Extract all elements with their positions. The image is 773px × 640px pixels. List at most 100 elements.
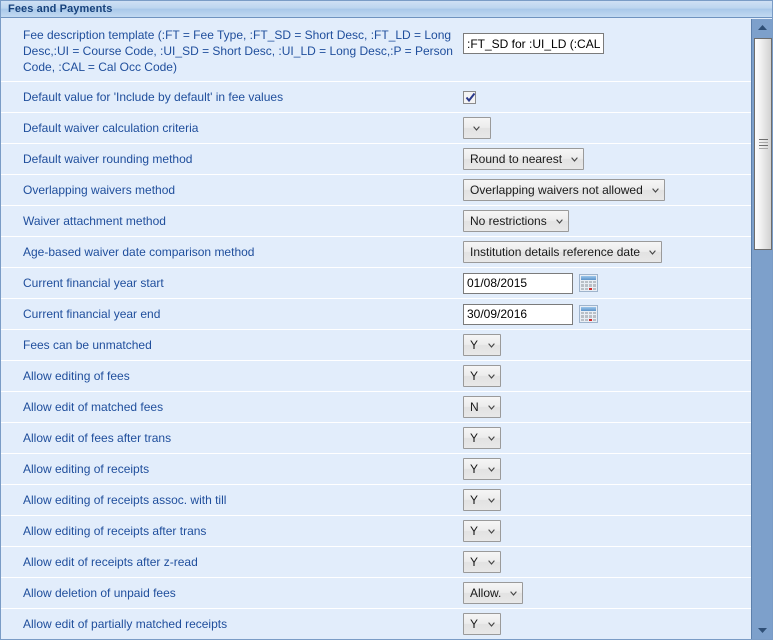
select-value-allow-editing-of-receipts-after-trans: Y [470,524,479,538]
setting-control-include-by-default [463,90,751,104]
input-current-financial-year-end[interactable] [463,303,573,325]
setting-row-default-waiver-rounding-method: Default waiver rounding method Round to n… [1,144,751,175]
chevron-down-icon [487,614,496,634]
calendar-picker-icon[interactable] [579,305,598,323]
setting-label-default-waiver-rounding-method: Default waiver rounding method [23,152,193,166]
setting-control-fees-can-be-unmatched: Y [463,334,751,356]
select-default-waiver-rounding-method[interactable]: Round to nearest [463,148,585,170]
select-allow-deletion-of-unpaid-fees[interactable]: Allow. [463,582,524,604]
select-allow-editing-of-receipts-after-trans[interactable]: Y [463,520,501,542]
setting-control-current-financial-year-end [463,303,751,325]
setting-control-current-financial-year-start [463,272,751,294]
setting-row-overlapping-waivers-method: Overlapping waivers method Overlapping wa… [1,175,751,206]
select-fees-can-be-unmatched[interactable]: Y [463,334,501,356]
setting-control-allow-edit-of-partially-matched-receipts: Y [463,613,751,635]
input-current-financial-year-start[interactable] [463,272,573,294]
setting-control-allow-edit-of-receipts-after-z-read: Y [463,551,751,573]
select-value-allow-editing-of-fees: Y [470,369,479,383]
vertical-scrollbar[interactable] [751,19,772,639]
setting-row-default-waiver-calculation-criteria: Default waiver calculation criteria [1,113,751,144]
setting-label-allow-deletion-of-unpaid-fees: Allow deletion of unpaid fees [23,586,176,600]
select-allow-edit-of-partially-matched-receipts[interactable]: Y [463,613,501,635]
setting-label-allow-editing-of-receipts-after-trans: Allow editing of receipts after trans [23,524,207,538]
select-allow-editing-of-fees[interactable]: Y [463,365,501,387]
setting-label-waiver-attachment-method: Waiver attachment method [23,214,166,228]
select-value-waiver-attachment-method: No restrictions [470,214,547,228]
chevron-down-icon [570,149,579,169]
setting-row-current-financial-year-start: Current financial year start [1,268,751,299]
select-value-age-based-waiver-date-comparison-method: Institution details reference date [470,245,641,259]
chevron-down-icon [487,366,496,386]
select-default-waiver-calculation-criteria[interactable] [463,117,491,139]
setting-label-allow-edit-of-receipts-after-z-read: Allow edit of receipts after z-read [23,555,198,569]
chevron-down-icon [487,335,496,355]
select-value-allow-editing-of-receipts: Y [470,462,479,476]
select-waiver-attachment-method[interactable]: No restrictions [463,210,569,232]
chevron-down-icon [648,242,657,262]
window-titlebar: Fees and Payments [1,1,772,18]
select-age-based-waiver-date-comparison-method[interactable]: Institution details reference date [463,241,663,263]
setting-label-overlapping-waivers-method: Overlapping waivers method [23,183,176,197]
setting-control-allow-editing-of-receipts: Y [463,458,751,480]
settings-panel: Fee description template (:FT = Fee Type… [1,19,772,639]
setting-row-allow-edit-of-receipts-after-z-read: Allow edit of receipts after z-read Y [1,547,751,578]
setting-label-current-financial-year-end: Current financial year end [23,307,161,321]
setting-control-allow-edit-of-fees-after-trans: Y [463,427,751,449]
setting-row-current-financial-year-end: Current financial year end [1,299,751,330]
select-allow-edit-of-fees-after-trans[interactable]: Y [463,427,501,449]
setting-row-include-by-default: Default value for 'Include by default' i… [1,82,751,113]
setting-label-allow-editing-of-receipts: Allow editing of receipts [23,462,150,476]
setting-row-fees-can-be-unmatched: Fees can be unmatched Y [1,330,751,361]
fees-and-payments-window: Fees and Payments Fee description templa… [0,0,773,640]
setting-label-allow-edit-of-matched-fees: Allow edit of matched fees [23,400,164,414]
chevron-down-icon [472,118,481,138]
select-value-allow-edit-of-receipts-after-z-read: Y [470,555,479,569]
scroll-down-arrow-icon[interactable] [752,622,772,639]
select-allow-edit-of-receipts-after-z-read[interactable]: Y [463,551,501,573]
setting-label-allow-editing-of-receipts-assoc-with-till: Allow editing of receipts assoc. with ti… [23,493,227,507]
select-value-allow-deletion-of-unpaid-fees: Allow. [470,586,502,600]
setting-row-waiver-attachment-method: Waiver attachment method No restrictions [1,206,751,237]
scroll-up-arrow-icon[interactable] [752,19,772,36]
settings-row-list: Fee description template (:FT = Fee Type… [1,19,752,639]
setting-row-allow-editing-of-fees: Allow editing of fees Y [1,361,751,392]
setting-control-overlapping-waivers-method: Overlapping waivers not allowed [463,179,751,201]
setting-control-age-based-waiver-date-comparison-method: Institution details reference date [463,241,751,263]
setting-control-allow-editing-of-fees: Y [463,365,751,387]
select-value-allow-edit-of-partially-matched-receipts: Y [470,617,479,631]
select-value-fees-can-be-unmatched: Y [470,338,479,352]
select-value-allow-editing-of-receipts-assoc-with-till: Y [470,493,479,507]
setting-label-fee-description-template: Fee description template (:FT = Fee Type… [23,28,453,74]
select-allow-edit-of-matched-fees[interactable]: N [463,396,501,418]
select-overlapping-waivers-method[interactable]: Overlapping waivers not allowed [463,179,665,201]
setting-label-current-financial-year-start: Current financial year start [23,276,164,290]
setting-label-allow-editing-of-fees: Allow editing of fees [23,369,130,383]
setting-row-allow-deletion-of-unpaid-fees: Allow deletion of unpaid fees Allow. [1,578,751,609]
select-allow-editing-of-receipts[interactable]: Y [463,458,501,480]
setting-control-allow-deletion-of-unpaid-fees: Allow. [463,582,751,604]
chevron-down-icon [555,211,564,231]
setting-control-default-waiver-rounding-method: Round to nearest [463,148,751,170]
setting-label-allow-edit-of-fees-after-trans: Allow edit of fees after trans [23,431,172,445]
select-value-default-waiver-rounding-method: Round to nearest [470,152,563,166]
checkbox-include-by-default[interactable] [463,90,476,104]
chevron-down-icon [509,583,518,603]
setting-label-include-by-default: Default value for 'Include by default' i… [23,90,284,104]
setting-label-age-based-waiver-date-comparison-method: Age-based waiver date comparison method [23,245,255,259]
setting-control-default-waiver-calculation-criteria [463,117,751,139]
setting-row-age-based-waiver-date-comparison-method: Age-based waiver date comparison method I… [1,237,751,268]
chevron-down-icon [487,397,496,417]
calendar-picker-icon[interactable] [579,274,598,292]
select-allow-editing-of-receipts-assoc-with-till[interactable]: Y [463,489,501,511]
setting-row-allow-edit-of-partially-matched-receipts: Allow edit of partially matched receipts… [1,609,751,639]
checkmark-icon [465,92,476,102]
setting-row-allow-edit-of-matched-fees: Allow edit of matched fees N [1,392,751,423]
chevron-down-icon [487,521,496,541]
scroll-thumb[interactable] [754,38,772,250]
select-value-overlapping-waivers-method: Overlapping waivers not allowed [470,183,643,197]
window-title: Fees and Payments [8,2,113,15]
chevron-down-icon [651,180,660,200]
setting-control-allow-editing-of-receipts-assoc-with-till: Y [463,489,751,511]
chevron-down-icon [487,490,496,510]
input-fee-description-template[interactable] [463,33,604,54]
